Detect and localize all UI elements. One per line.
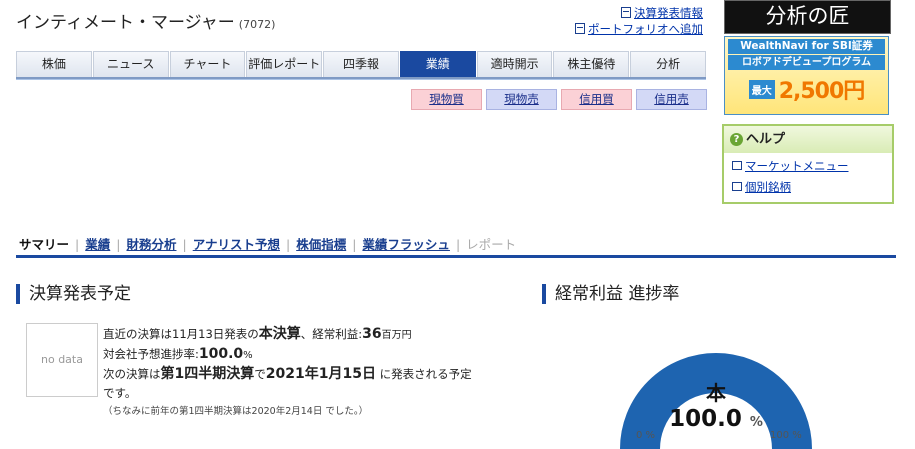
- calendar-icon: [621, 7, 631, 18]
- company-name: インティメート・マージャー: [16, 13, 235, 33]
- tab-analysis[interactable]: 分析: [630, 51, 707, 77]
- portfolio-icon: [575, 23, 585, 34]
- banner-line1: WealthNavi for SBI証券: [728, 39, 885, 54]
- analysis-master-banner[interactable]: 分析の匠: [724, 0, 891, 34]
- next-result-date: 2021年1月15日: [265, 366, 376, 382]
- main-tabs: 株価 ニュース チャート 評価レポート 四季報 業績 適時開示 株主優待 分析: [16, 51, 707, 79]
- progress-heading: 経常利益 進捗率: [542, 284, 679, 304]
- earnings-schedule-text: 直近の決算は11月13日発表の本決算、経常利益:36百万円 対会社予想進捗率:1…: [103, 325, 472, 421]
- tab-results[interactable]: 業績: [399, 51, 476, 77]
- help-individual-stock-link[interactable]: 個別銘柄: [745, 180, 791, 194]
- tab-price[interactable]: 株価: [16, 51, 92, 77]
- subnav-financial-analysis[interactable]: 財務分析: [126, 237, 176, 252]
- banner-amount: 2,500円: [778, 79, 866, 104]
- no-data-placeholder: no data: [26, 323, 98, 397]
- progress-rate-value: 100.0: [198, 346, 244, 362]
- help-box: ? ヘルプ マーケットメニュー 個別銘柄: [722, 124, 894, 204]
- tab-shikiho[interactable]: 四季報: [323, 51, 399, 77]
- company-title: インティメート・マージャー (7072): [16, 8, 275, 33]
- tab-news[interactable]: ニュース: [92, 51, 169, 77]
- gauge-label: 本: [706, 381, 726, 405]
- tab-divider: [16, 79, 706, 80]
- cash-sell-button[interactable]: 現物売: [486, 89, 557, 110]
- previous-year-note: （ちなみに前年の第1四半期決算は2020年2月14日 でした。）: [103, 406, 369, 417]
- gauge-min-label: 0 %: [636, 430, 656, 441]
- results-subnav: サマリー | 業績 | 財務分析 | アナリスト予想 | 株価指標 | 業績フラッシュ | レポート: [19, 237, 517, 252]
- last-result-type: 本決算: [258, 326, 301, 342]
- gauge-value: 100.0 %: [669, 406, 763, 432]
- help-title: ヘルプ: [746, 132, 786, 147]
- banner-max-label: 最大: [748, 79, 775, 99]
- cash-buy-button[interactable]: 現物買: [411, 89, 482, 110]
- window-icon: [732, 182, 742, 191]
- next-result-type: 第1四半期決算: [160, 366, 255, 382]
- ordinary-profit-value: 36: [362, 326, 382, 342]
- window-icon: [732, 161, 742, 170]
- margin-buy-button[interactable]: 信用買: [561, 89, 632, 110]
- subnav-divider: [16, 255, 896, 258]
- question-icon: ?: [730, 133, 743, 146]
- wealthnavi-banner[interactable]: WealthNavi for SBI証券 ロボアドデビュープログラム 最大 2,…: [724, 36, 889, 115]
- subnav-report: レポート: [466, 237, 517, 252]
- subnav-summary: サマリー: [19, 237, 70, 252]
- subnav-results[interactable]: 業績: [85, 237, 110, 252]
- banner-line2: ロボアドデビュープログラム: [728, 55, 885, 70]
- tab-disclosure[interactable]: 適時開示: [476, 51, 553, 77]
- earnings-schedule-heading: 決算発表予定: [16, 284, 131, 304]
- earnings-info-link[interactable]: 決算発表情報: [634, 6, 703, 20]
- help-market-menu-link[interactable]: マーケットメニュー: [745, 159, 849, 173]
- tab-shareholder-benefits[interactable]: 株主優待: [553, 51, 630, 77]
- header-links: 決算発表情報 ポートフォリオへ追加: [575, 5, 703, 37]
- subnav-analyst-forecast[interactable]: アナリスト予想: [193, 237, 280, 252]
- stock-code: (7072): [238, 18, 276, 31]
- subnav-results-flash[interactable]: 業績フラッシュ: [362, 237, 450, 252]
- gauge-max-label: 100 %: [770, 430, 802, 441]
- margin-sell-button[interactable]: 信用売: [636, 89, 707, 110]
- tab-chart[interactable]: チャート: [169, 51, 246, 77]
- subnav-price-indicators[interactable]: 株価指標: [296, 237, 346, 252]
- add-portfolio-link[interactable]: ポートフォリオへ追加: [588, 22, 703, 36]
- tab-rating-report[interactable]: 評価レポート: [246, 51, 323, 77]
